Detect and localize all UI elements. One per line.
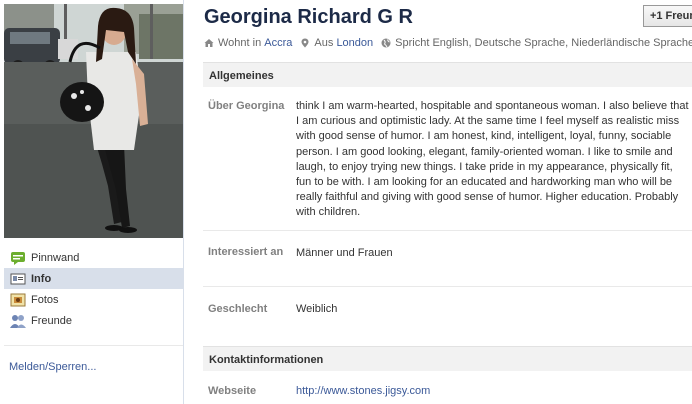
add-friend-label: Freunde: [665, 10, 692, 22]
about-label: Über Georgina: [208, 100, 285, 112]
meta-from-prefix: Aus: [314, 37, 334, 49]
nav-label-wall: Pinnwand: [31, 251, 80, 264]
globe-icon: [381, 38, 391, 48]
interested-in-label: Interessiert an: [208, 246, 284, 258]
profile-photo[interactable]: [4, 4, 183, 238]
profile-name: Georgina Richard G R: [204, 6, 413, 28]
left-column: Pinnwand Info Fotos Freunde Melden/Sperr…: [0, 0, 184, 404]
meta-lives-city-link[interactable]: Accra: [264, 37, 292, 49]
info-icon: [10, 271, 26, 287]
house-icon: [204, 38, 214, 48]
profile-photo-image: [4, 4, 183, 238]
interested-in-value: Männer und Frauen: [296, 247, 393, 259]
gender-value: Weiblich: [296, 303, 338, 315]
nav-item-friends[interactable]: Freunde: [4, 310, 183, 331]
meta-languages: Spricht English, Deutsche Sprache, Niede…: [381, 37, 692, 49]
about-text: think I am warm-hearted, hospitable and …: [296, 100, 689, 219]
profile-nav: Pinnwand Info Fotos Freunde: [4, 247, 183, 331]
website-link[interactable]: http://www.stones.jigsy.com: [296, 385, 430, 397]
nav-item-wall[interactable]: Pinnwand: [4, 247, 183, 268]
profile-meta: Wohnt in Accra Aus London Spricht Englis…: [204, 37, 692, 49]
meta-from-city-link[interactable]: London: [336, 37, 373, 49]
gender-label: Geschlecht: [208, 303, 268, 315]
location-pin-icon: [300, 38, 310, 48]
nav-item-info[interactable]: Info: [4, 268, 183, 289]
meta-languages-text: Spricht English, Deutsche Sprache, Niede…: [395, 37, 692, 49]
photos-icon: [10, 292, 26, 308]
website-label: Webseite: [208, 385, 257, 397]
website-value: http://www.stones.jigsy.com: [296, 384, 690, 399]
section-header-general: Allgemeines: [203, 62, 692, 87]
report-block-link[interactable]: Melden/Sperren...: [9, 361, 96, 373]
meta-lives-prefix: Wohnt in: [218, 37, 262, 49]
add-friend-icon: +1: [650, 10, 663, 22]
row-divider: [203, 286, 692, 287]
friends-icon: [10, 313, 26, 329]
nav-item-photos[interactable]: Fotos: [4, 289, 183, 310]
meta-lives: Wohnt in Accra: [204, 37, 292, 49]
row-divider: [203, 230, 692, 231]
meta-from: Aus London: [300, 37, 373, 49]
nav-label-info: Info: [31, 272, 52, 285]
wall-icon: [10, 250, 26, 266]
main-content: Georgina Richard G R +1 Freunde Wohnt in…: [203, 0, 692, 404]
add-friend-button[interactable]: +1 Freunde: [643, 5, 692, 27]
left-divider: [4, 345, 183, 346]
section-header-contact: Kontaktinformationen: [203, 346, 692, 371]
nav-label-friends: Freunde: [31, 314, 72, 327]
nav-label-photos: Fotos: [31, 293, 59, 306]
